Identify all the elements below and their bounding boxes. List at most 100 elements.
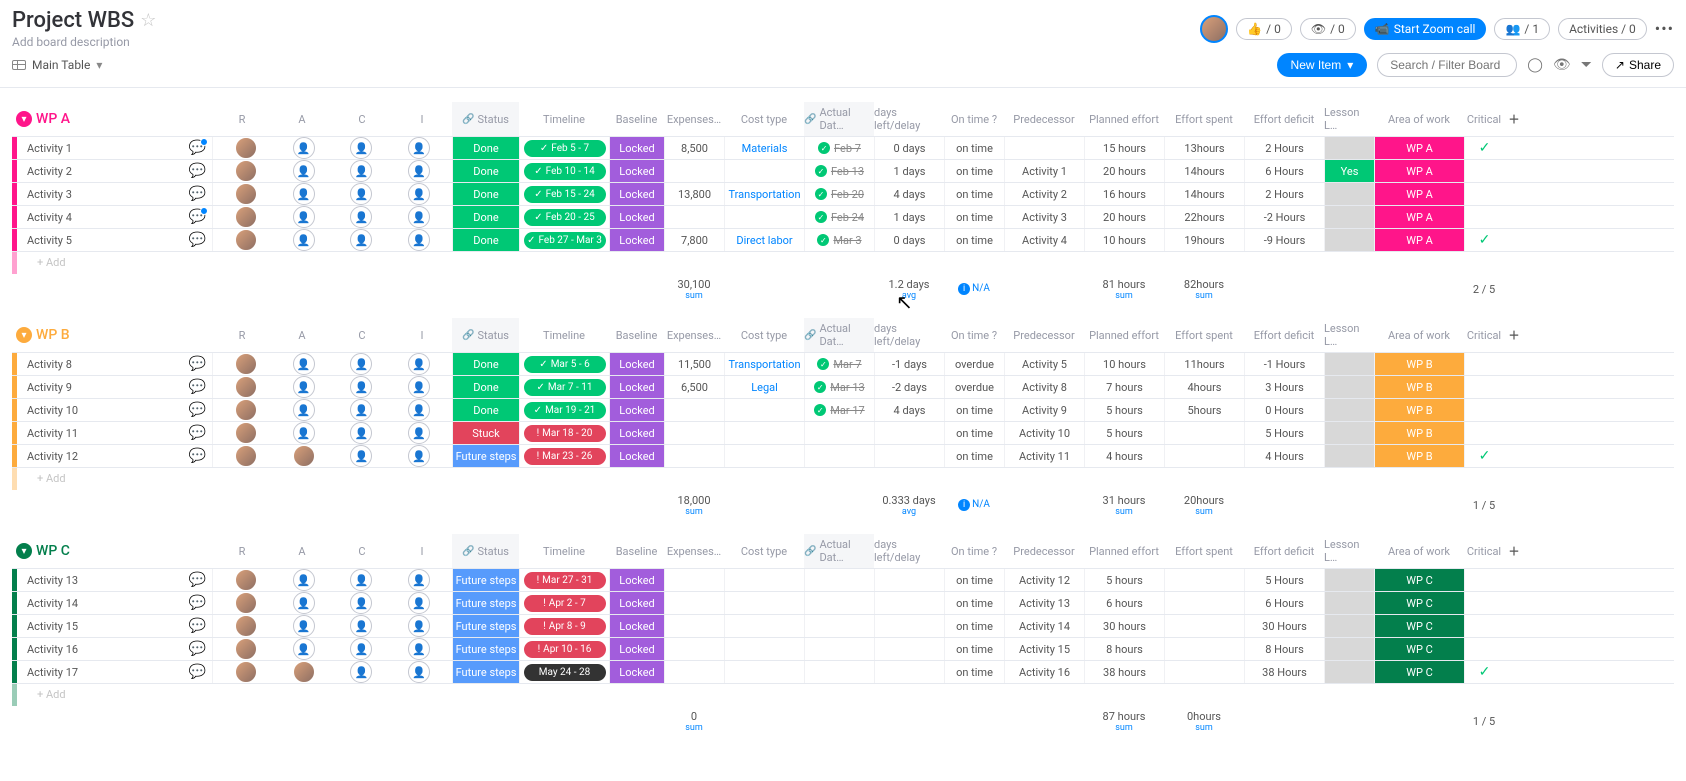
col-baseline[interactable]: Baseline bbox=[609, 534, 664, 568]
deficit-cell[interactable]: 6 Hours bbox=[1244, 160, 1324, 182]
add-person-icon[interactable]: 👤 bbox=[293, 569, 315, 591]
critical-cell[interactable] bbox=[1464, 399, 1504, 421]
predecessor-cell[interactable]: Activity 3 bbox=[1004, 206, 1084, 228]
add-person-icon[interactable]: 👤 bbox=[408, 445, 430, 467]
chat-icon[interactable]: 💬 bbox=[189, 356, 206, 372]
profile-avatar[interactable] bbox=[1200, 15, 1228, 43]
col-actual-date[interactable]: 🔗Actual Dat… bbox=[804, 102, 874, 136]
add-person-icon[interactable]: 👤 bbox=[408, 638, 430, 660]
timeline-cell[interactable]: ✓Mar 19 - 21 bbox=[519, 399, 609, 421]
predecessor-cell[interactable] bbox=[1004, 137, 1084, 159]
critical-cell[interactable]: ✓ bbox=[1464, 661, 1504, 683]
person-avatar[interactable] bbox=[293, 661, 315, 683]
ontime-cell[interactable]: on time bbox=[944, 592, 1004, 614]
status-cell[interactable]: Done bbox=[452, 137, 519, 159]
planned-cell[interactable]: 30 hours bbox=[1084, 615, 1164, 637]
planned-cell[interactable]: 5 hours bbox=[1084, 399, 1164, 421]
person-avatar[interactable] bbox=[235, 183, 257, 205]
baseline-cell[interactable]: Locked bbox=[609, 422, 664, 444]
col-planned[interactable]: Planned effort bbox=[1084, 102, 1164, 136]
person-avatar[interactable] bbox=[235, 422, 257, 444]
group-title[interactable]: WP A bbox=[36, 111, 70, 127]
add-person-icon[interactable]: 👤 bbox=[350, 229, 372, 251]
deficit-cell[interactable]: -2 Hours bbox=[1244, 206, 1324, 228]
add-person-icon[interactable]: 👤 bbox=[293, 353, 315, 375]
col-deficit[interactable]: Effort deficit bbox=[1244, 534, 1324, 568]
add-column-icon[interactable]: ＋ bbox=[1504, 318, 1524, 352]
daysleft-cell[interactable]: -1 days bbox=[874, 353, 944, 375]
table-row[interactable]: Activity 10 💬 👤👤👤 Done ✓Mar 19 - 21 Lock… bbox=[12, 398, 1674, 421]
col-baseline[interactable]: Baseline bbox=[609, 318, 664, 352]
deficit-cell[interactable]: 2 Hours bbox=[1244, 137, 1324, 159]
timeline-cell[interactable]: ✓Feb 20 - 25 bbox=[519, 206, 609, 228]
costtype-cell[interactable]: Materials bbox=[724, 137, 804, 159]
lesson-cell[interactable] bbox=[1324, 137, 1374, 159]
expenses-cell[interactable] bbox=[664, 661, 724, 683]
lesson-cell[interactable] bbox=[1324, 569, 1374, 591]
more-menu-icon[interactable]: ••• bbox=[1655, 19, 1674, 38]
ontime-cell[interactable]: on time bbox=[944, 569, 1004, 591]
table-row[interactable]: Activity 11 💬 👤👤👤 Stuck !Mar 18 - 20 Loc… bbox=[12, 421, 1674, 444]
add-person-icon[interactable]: 👤 bbox=[350, 569, 372, 591]
col-spent[interactable]: Effort spent bbox=[1164, 102, 1244, 136]
actual-date-cell[interactable] bbox=[804, 445, 874, 467]
table-row[interactable]: Activity 1 💬 👤👤👤 Done ✓Feb 5 - 7 Locked … bbox=[12, 136, 1674, 159]
actual-date-cell[interactable] bbox=[804, 422, 874, 444]
status-cell[interactable]: Done bbox=[452, 160, 519, 182]
predecessor-cell[interactable]: Activity 15 bbox=[1004, 638, 1084, 660]
deficit-cell[interactable]: 8 Hours bbox=[1244, 638, 1324, 660]
ontime-cell[interactable]: on time bbox=[944, 183, 1004, 205]
ontime-cell[interactable]: on time bbox=[944, 638, 1004, 660]
planned-cell[interactable]: 20 hours bbox=[1084, 160, 1164, 182]
costtype-cell[interactable]: Transportation bbox=[724, 183, 804, 205]
expenses-cell[interactable] bbox=[664, 422, 724, 444]
deficit-cell[interactable]: -9 Hours bbox=[1244, 229, 1324, 251]
col-status[interactable]: 🔗Status bbox=[452, 102, 519, 136]
add-person-icon[interactable]: 👤 bbox=[408, 422, 430, 444]
area-cell[interactable]: WP B bbox=[1374, 399, 1464, 421]
deficit-cell[interactable]: 38 Hours bbox=[1244, 661, 1324, 683]
daysleft-cell[interactable]: 1 days bbox=[874, 160, 944, 182]
person-avatar[interactable] bbox=[235, 376, 257, 398]
baseline-cell[interactable]: Locked bbox=[609, 445, 664, 467]
add-person-icon[interactable]: 👤 bbox=[293, 137, 315, 159]
row-name[interactable]: Activity 8 bbox=[27, 358, 72, 371]
chat-icon[interactable]: 💬 bbox=[189, 379, 206, 395]
costtype-cell[interactable] bbox=[724, 638, 804, 660]
baseline-cell[interactable]: Locked bbox=[609, 615, 664, 637]
spent-cell[interactable] bbox=[1164, 422, 1244, 444]
expenses-cell[interactable] bbox=[664, 569, 724, 591]
status-cell[interactable]: Done bbox=[452, 353, 519, 375]
daysleft-cell[interactable]: -2 days bbox=[874, 376, 944, 398]
row-name[interactable]: Activity 5 bbox=[27, 234, 72, 247]
daysleft-cell[interactable]: 1 days bbox=[874, 206, 944, 228]
timeline-cell[interactable]: ✓Mar 7 - 11 bbox=[519, 376, 609, 398]
spent-cell[interactable]: 13hours bbox=[1164, 137, 1244, 159]
predecessor-cell[interactable]: Activity 13 bbox=[1004, 592, 1084, 614]
activities-button[interactable]: Activities / 0 bbox=[1558, 18, 1647, 40]
planned-cell[interactable]: 5 hours bbox=[1084, 569, 1164, 591]
deficit-cell[interactable]: 30 Hours bbox=[1244, 615, 1324, 637]
ontime-cell[interactable]: on time bbox=[944, 206, 1004, 228]
lesson-cell[interactable] bbox=[1324, 376, 1374, 398]
col-actual-date[interactable]: 🔗Actual Dat… bbox=[804, 318, 874, 352]
daysleft-cell[interactable]: 4 days bbox=[874, 183, 944, 205]
spent-cell[interactable]: 11hours bbox=[1164, 353, 1244, 375]
area-cell[interactable]: WP C bbox=[1374, 638, 1464, 660]
add-person-icon[interactable]: 👤 bbox=[408, 376, 430, 398]
area-cell[interactable]: WP C bbox=[1374, 569, 1464, 591]
person-avatar[interactable] bbox=[235, 229, 257, 251]
baseline-cell[interactable]: Locked bbox=[609, 206, 664, 228]
expenses-cell[interactable] bbox=[664, 592, 724, 614]
row-name[interactable]: Activity 16 bbox=[27, 643, 78, 656]
lesson-cell[interactable] bbox=[1324, 353, 1374, 375]
add-person-icon[interactable]: 👤 bbox=[293, 206, 315, 228]
costtype-cell[interactable] bbox=[724, 206, 804, 228]
person-avatar[interactable] bbox=[235, 160, 257, 182]
costtype-cell[interactable]: Legal bbox=[724, 376, 804, 398]
spent-cell[interactable] bbox=[1164, 638, 1244, 660]
baseline-cell[interactable]: Locked bbox=[609, 137, 664, 159]
planned-cell[interactable]: 6 hours bbox=[1084, 592, 1164, 614]
col-r[interactable]: R bbox=[212, 318, 272, 352]
area-cell[interactable]: WP B bbox=[1374, 422, 1464, 444]
